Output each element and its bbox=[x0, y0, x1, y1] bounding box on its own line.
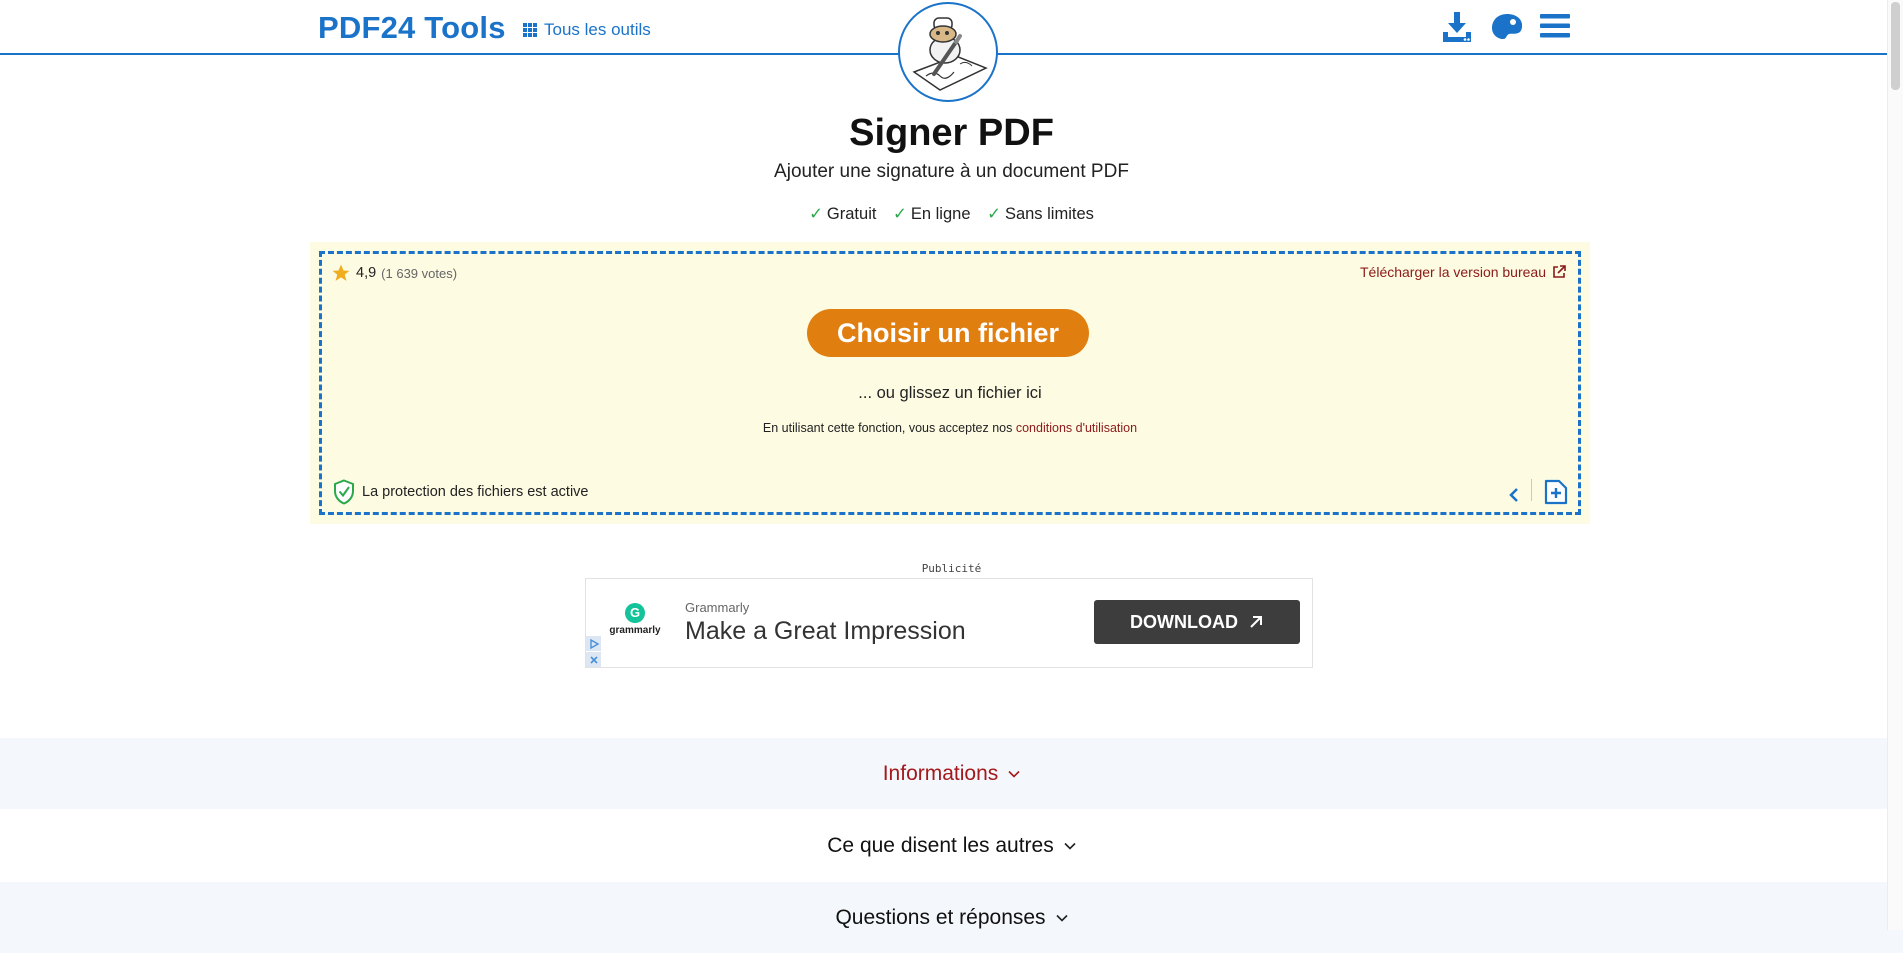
check-icon: ✓ bbox=[893, 205, 907, 223]
ad-brand: Grammarly bbox=[685, 600, 750, 615]
add-file-icon[interactable] bbox=[1544, 479, 1568, 505]
close-ad-icon[interactable] bbox=[586, 652, 601, 667]
palette-icon[interactable] bbox=[1490, 12, 1524, 47]
page-subtitle: Ajouter une signature à un document PDF bbox=[774, 161, 1129, 182]
page-title: Signer PDF bbox=[849, 112, 1054, 154]
adchoices-icon[interactable] bbox=[586, 636, 601, 651]
grid-icon bbox=[523, 23, 537, 37]
accordion-label: Informations bbox=[882, 761, 999, 785]
all-tools-label: Tous les outils bbox=[544, 20, 651, 39]
accordion-reviews[interactable]: Ce que disent les autres bbox=[0, 810, 1903, 881]
upload-area: 4,9 (1 639 votes) Télécharger la version… bbox=[310, 242, 1590, 524]
terms-notice: En utilisant cette fonction, vous accept… bbox=[762, 421, 1138, 435]
ad-headline[interactable]: Make a Great Impression bbox=[685, 617, 966, 646]
choose-file-button[interactable]: Choisir un fichier bbox=[807, 309, 1089, 357]
shield-check-icon bbox=[334, 479, 354, 505]
chevron-down-icon bbox=[1055, 914, 1068, 922]
menu-icon[interactable] bbox=[1540, 13, 1570, 44]
rating[interactable]: 4,9 (1 639 votes) bbox=[331, 263, 457, 283]
accordion-informations[interactable]: Informations bbox=[0, 738, 1903, 809]
terms-link[interactable]: conditions d'utilisation bbox=[1016, 421, 1137, 435]
arrow-up-right-icon bbox=[1250, 616, 1262, 628]
accordion-label: Questions et réponses bbox=[835, 905, 1046, 929]
chevron-left-icon[interactable] bbox=[1508, 487, 1520, 503]
vertical-scrollbar[interactable] bbox=[1887, 0, 1903, 930]
chevron-down-icon bbox=[1064, 842, 1076, 850]
star-icon bbox=[332, 264, 350, 281]
check-icon: ✓ bbox=[987, 205, 1001, 223]
feature-item: ✓ Sans limites bbox=[987, 205, 1094, 223]
all-tools-link[interactable]: Tous les outils bbox=[523, 20, 651, 40]
chevron-down-icon bbox=[1008, 770, 1020, 778]
ad-banner[interactable]: G grammarly Grammarly Make a Great Impre… bbox=[585, 578, 1313, 668]
feature-item: ✓ Gratuit bbox=[809, 205, 877, 223]
download-desktop-link[interactable]: Télécharger la version bureau bbox=[1360, 264, 1566, 280]
ad-label: Publicité bbox=[921, 562, 982, 575]
signing-mascot-icon bbox=[898, 2, 998, 102]
download-icon[interactable] bbox=[1440, 10, 1474, 49]
feature-list: ✓ Gratuit ✓ En ligne ✓ Sans limites bbox=[0, 204, 1903, 224]
site-logo[interactable]: PDF24 Tools bbox=[318, 10, 506, 46]
grammarly-logo: G grammarly bbox=[609, 603, 661, 636]
external-link-icon bbox=[1553, 265, 1566, 278]
accordion-label: Ce que disent les autres bbox=[827, 833, 1054, 857]
check-icon: ✓ bbox=[809, 205, 823, 223]
accordion-faq[interactable]: Questions et réponses bbox=[0, 882, 1903, 953]
rating-votes: (1 639 votes) bbox=[381, 265, 458, 281]
ad-download-button[interactable]: DOWNLOAD bbox=[1094, 600, 1300, 644]
rating-value: 4,9 bbox=[356, 265, 377, 281]
divider bbox=[1531, 479, 1532, 501]
feature-item: ✓ En ligne bbox=[893, 205, 971, 223]
file-protection-status[interactable]: La protection des fichiers est active bbox=[333, 479, 588, 505]
file-drop-zone[interactable]: 4,9 (1 639 votes) Télécharger la version… bbox=[319, 251, 1581, 515]
drop-hint: ... ou glissez un fichier ici bbox=[858, 384, 1042, 402]
scrollbar-thumb[interactable] bbox=[1891, 2, 1900, 90]
